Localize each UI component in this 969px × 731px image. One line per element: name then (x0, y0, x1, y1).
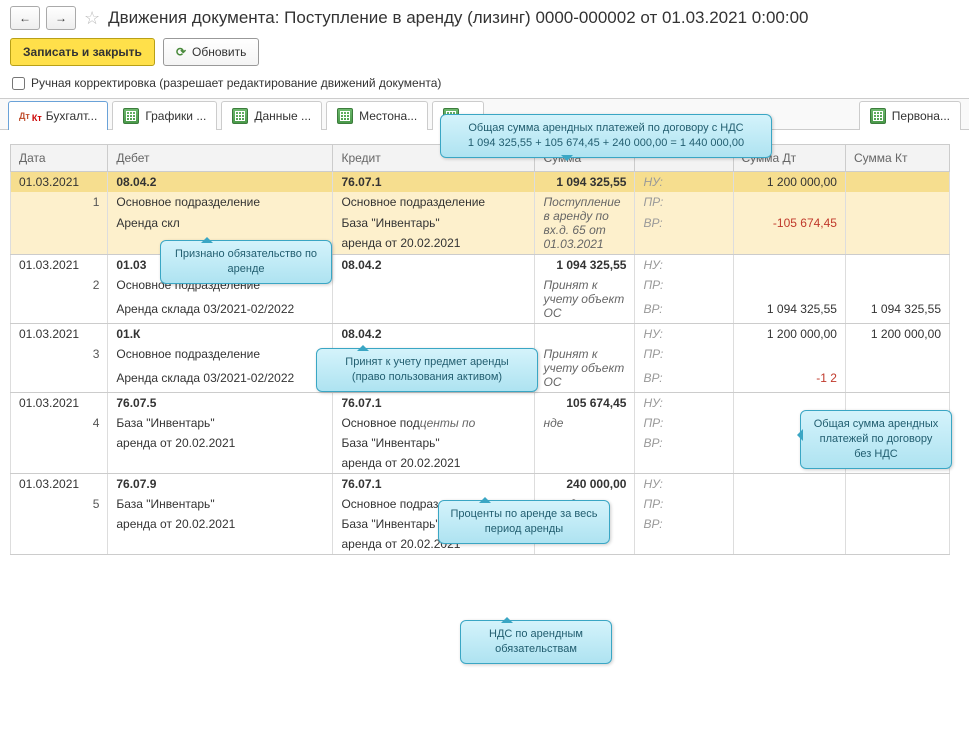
nav-forward-button[interactable]: → (46, 6, 76, 30)
tab-accounting[interactable]: ДтКт Бухгалт... (8, 101, 108, 130)
refresh-button[interactable]: ⟳ Обновить (163, 38, 259, 66)
callout-liability: Признано обязательство по аренде (160, 240, 332, 284)
table-row[interactable]: 01.03.2021 01.К 08.04.2 НУ: 1 200 000,00… (11, 324, 950, 345)
callout-vat: НДС по арендным обязательствам (460, 620, 612, 664)
tab-first-cost[interactable]: Первона... (859, 101, 961, 130)
grid-icon (337, 108, 353, 124)
table-row[interactable]: 2 Основное подразделение Принят к учету … (11, 275, 950, 299)
tab-data[interactable]: Данные ... (221, 101, 322, 130)
nav-back-button[interactable]: ← (10, 6, 40, 30)
callout-total-with-vat: Общая сумма арендных платежей по договор… (440, 114, 772, 158)
table-row[interactable]: 1 Основное подразделение Основное подраз… (11, 192, 950, 213)
table-row[interactable]: аренда от 20.02.2021 (11, 233, 950, 254)
favorite-star-icon[interactable]: ☆ (84, 8, 100, 29)
dtkt-icon: ДтКт (19, 112, 40, 120)
grid-icon (870, 108, 886, 124)
page-title: Движения документа: Поступление в аренду… (108, 8, 808, 28)
callout-asset-recognition: Принят к учету предмет аренды (право пол… (316, 348, 538, 392)
manual-edit-label: Ручная корректировка (разрешает редактир… (31, 76, 441, 90)
grid-icon (232, 108, 248, 124)
tab-graphics[interactable]: Графики ... (112, 101, 217, 130)
grid-icon (123, 108, 139, 124)
table-row[interactable]: Аренда скл База "Инвентарь" ВР: -105 674… (11, 213, 950, 234)
callout-total-without-vat: Общая сумма арендных платежей по договор… (800, 410, 952, 469)
callout-interest: Проценты по аренде за весь период аренды (438, 500, 610, 544)
refresh-icon: ⟳ (176, 45, 186, 59)
col-debit: Дебет (108, 145, 333, 172)
tab-location[interactable]: Местона... (326, 101, 428, 130)
refresh-label: Обновить (192, 45, 246, 59)
col-date: Дата (11, 145, 108, 172)
manual-edit-checkbox[interactable] (12, 77, 25, 90)
table-row[interactable]: 01.03.2021 01.03 08.04.2 1 094 325,55 НУ… (11, 255, 950, 276)
col-sumkt: Сумма Кт (845, 145, 949, 172)
table-row[interactable]: Аренда склада 03/2021-02/2022 ВР: 1 094 … (11, 299, 950, 323)
save-close-button[interactable]: Записать и закрыть (10, 38, 155, 66)
table-row[interactable]: 01.03.2021 08.04.2 76.07.1 1 094 325,55 … (11, 172, 950, 193)
